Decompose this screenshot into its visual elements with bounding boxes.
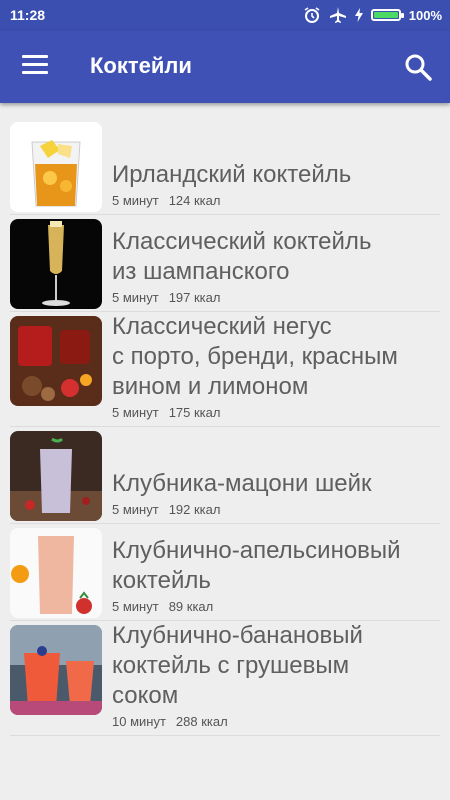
status-time: 11:28 [10,7,46,23]
cocktail-name: Клубнично-банановый коктейль с грушевым … [112,622,363,709]
cook-time: 5 минут [112,193,159,208]
alarm-icon [304,7,320,23]
page-title: Коктейли [90,53,192,78]
list-item[interactable]: Классический негус с порто, бренди, крас… [10,312,440,427]
cocktail-list: Ирландский коктейль 5 минут 124 ккал Класс… [0,118,450,736]
cocktail-name: Ирландский коктейль [112,161,352,188]
airplane-icon [329,7,346,23]
battery-level: 100% [408,7,442,23]
cocktail-photo [10,219,102,309]
cocktail-photo [10,316,102,406]
list-item[interactable]: Клубника-мацони шейк 5 минут 192 ккал [10,427,440,524]
cocktail-photo [10,528,102,618]
search-icon[interactable] [404,53,432,81]
status-icons: 100% [303,6,442,24]
cocktail-name: Классический коктейль из шампанского [112,228,372,285]
cook-time: 5 минут [112,290,159,305]
cocktail-photo [10,431,102,521]
cook-time: 10 минут [112,714,166,729]
cocktail-name: Клубнично-апельсиновый коктейль [112,537,401,594]
calories: 124 ккал [168,193,221,208]
list-item[interactable]: Клубнично-апельсиновый коктейль 5 минут 89… [10,524,440,621]
list-item[interactable]: Классический коктейль из шампанского 5 ми… [10,215,440,312]
cook-time: 5 минут [112,599,159,614]
cocktail-name: Классический негус с порто, бренди, крас… [112,313,398,400]
menu-icon[interactable] [22,55,48,79]
calories: 175 ккал [168,405,221,420]
list-item[interactable]: Клубнично-банановый коктейль с грушевым … [10,621,440,736]
charging-icon [354,8,363,22]
cocktail-name: Клубника-мацони шейк [112,470,372,497]
list-item[interactable]: Ирландский коктейль 5 минут 124 ккал [10,118,440,215]
cocktail-photo [10,625,102,715]
cook-time: 5 минут [112,405,159,420]
battery-icon [370,9,404,21]
calories: 288 ккал [175,714,228,729]
cook-time: 5 минут [112,502,159,517]
calories: 89 ккал [168,599,214,614]
app-bar: Коктейли [0,31,450,103]
calories: 192 ккал [168,502,221,517]
calories: 197 ккал [168,290,221,305]
cocktail-photo [10,122,102,212]
status-bar: 11:28 100% [0,0,450,31]
